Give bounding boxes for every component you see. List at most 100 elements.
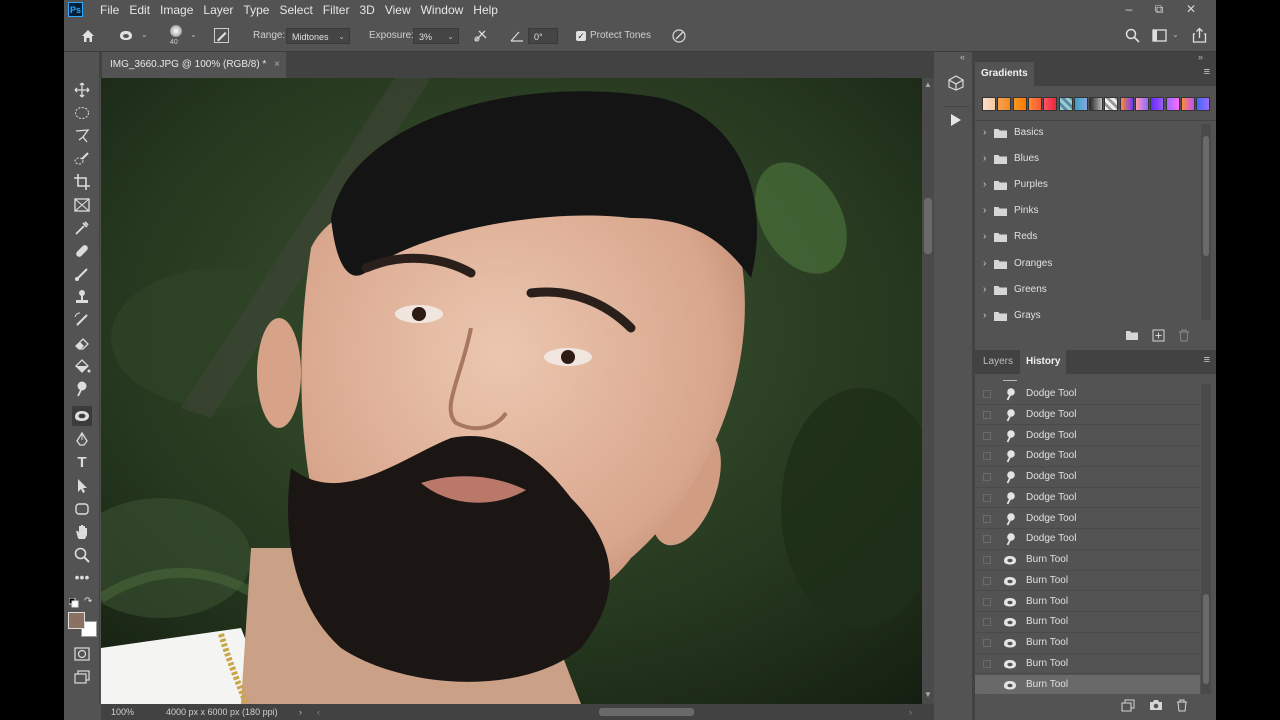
play-actions-icon[interactable] (950, 113, 962, 127)
horizontal-scrollbar-thumb[interactable] (599, 708, 694, 716)
quick-select-tool-icon[interactable] (72, 149, 92, 169)
gradient-folder-purples[interactable]: › Purples (975, 172, 1200, 198)
new-document-from-state-icon[interactable] (1121, 699, 1135, 713)
history-state[interactable]: Dodge Tool (975, 384, 1200, 405)
scrollbar-thumb[interactable] (924, 198, 932, 254)
gradient-swatch[interactable] (1012, 97, 1027, 111)
chevron-right-icon[interactable]: › (983, 251, 986, 277)
gradient-swatch[interactable] (1150, 97, 1165, 111)
gradient-swatch[interactable] (1180, 97, 1195, 111)
history-state[interactable]: Dodge Tool (975, 529, 1200, 550)
history-state[interactable]: Dodge Tool (975, 509, 1200, 530)
menu-3d[interactable]: 3D (354, 0, 379, 20)
brush-preview-icon[interactable] (170, 25, 182, 37)
pressure-size-icon[interactable] (671, 28, 687, 44)
menu-layer[interactable]: Layer (198, 0, 238, 20)
history-state[interactable]: Burn Tool (975, 592, 1200, 613)
history-brush-source-checkbox[interactable] (983, 431, 991, 440)
history-brush-source-checkbox[interactable] (983, 639, 991, 647)
dodge-tool-icon[interactable] (72, 379, 92, 399)
menu-window[interactable]: Window (416, 0, 469, 20)
menu-image[interactable]: Image (155, 0, 198, 20)
history-scrollbar[interactable] (1201, 384, 1211, 694)
more-tools-icon[interactable]: ••• (72, 570, 92, 590)
gradient-swatch[interactable] (1027, 97, 1042, 111)
history-state[interactable]: Burn Tool (975, 550, 1200, 571)
chevron-right-icon[interactable]: › (983, 277, 986, 303)
history-state[interactable]: Burn Tool (975, 654, 1200, 675)
history-brush-source-checkbox[interactable] (983, 452, 991, 461)
gradient-swatch[interactable] (1073, 97, 1088, 111)
workspace-icon[interactable] (1152, 29, 1167, 42)
brush-tool-icon[interactable] (72, 264, 92, 284)
status-menu-icon[interactable]: › (299, 704, 302, 720)
scroll-up-icon[interactable]: ▲ (924, 80, 932, 89)
range-dropdown[interactable]: Midtones ⌄ (286, 28, 350, 44)
gradient-folder-pinks[interactable]: › Pinks (975, 198, 1200, 224)
scroll-down-icon[interactable]: ▼ (924, 690, 932, 699)
protect-tones-checkbox[interactable]: ✓ (576, 31, 586, 41)
history-brush-source-checkbox[interactable] (983, 390, 991, 398)
gradient-swatch[interactable] (1196, 97, 1211, 111)
history-state[interactable]: Burn Tool (975, 612, 1200, 633)
collapse-panels-icon[interactable]: « (960, 52, 965, 62)
history-brush-source-checkbox[interactable] (983, 659, 991, 668)
angle-input[interactable]: 0° (528, 28, 558, 44)
chevron-right-icon[interactable]: › (983, 172, 986, 198)
minimize-icon[interactable]: – (1114, 0, 1144, 20)
close-tab-icon[interactable]: × (274, 52, 280, 78)
panel-menu-icon[interactable]: ≡ (1204, 66, 1210, 78)
history-brush-source-checkbox[interactable] (983, 514, 991, 523)
document-tab[interactable]: IMG_3660.JPG @ 100% (RGB/8) * × (102, 52, 286, 78)
lasso-tool-icon[interactable] (72, 126, 92, 146)
share-icon[interactable] (1192, 27, 1207, 43)
3d-cube-icon[interactable] (948, 75, 964, 91)
menu-help[interactable]: Help (468, 0, 503, 20)
gradient-folder-greens[interactable]: › Greens (975, 277, 1200, 303)
history-brush-source-checkbox[interactable] (983, 410, 991, 419)
restore-icon[interactable]: ⧉ (1144, 0, 1174, 20)
crop-tool-icon[interactable] (72, 172, 92, 192)
gradient-swatch[interactable] (1104, 97, 1119, 111)
healing-tool-icon[interactable] (72, 241, 92, 261)
history-state[interactable]: Dodge Tool (975, 446, 1200, 467)
chevron-down-icon[interactable]: ⌄ (190, 30, 197, 39)
history-state[interactable]: Dodge Tool (975, 488, 1200, 509)
snapshot-camera-icon[interactable] (1149, 699, 1163, 713)
chevron-right-icon[interactable]: › (983, 146, 986, 172)
menu-file[interactable]: File (95, 0, 124, 20)
history-state[interactable]: Dodge Tool (975, 405, 1200, 426)
brush-settings-icon[interactable] (214, 28, 229, 43)
history-brush-source-checkbox[interactable] (983, 618, 991, 627)
menu-type[interactable]: Type (238, 0, 274, 20)
burn-tool-preset-icon[interactable] (119, 30, 133, 41)
new-gradient-icon[interactable] (1151, 329, 1165, 343)
gradient-folder-oranges[interactable]: › Oranges (975, 251, 1200, 277)
gradient-swatch[interactable] (1058, 97, 1073, 111)
type-tool-icon[interactable]: T (72, 453, 92, 473)
move-tool-icon[interactable] (72, 80, 92, 100)
gradient-swatch[interactable] (1135, 97, 1149, 111)
document-canvas[interactable] (101, 78, 922, 704)
stamp-tool-icon[interactable] (72, 287, 92, 307)
menu-filter[interactable]: Filter (318, 0, 355, 20)
gradient-folder-basics[interactable]: › Basics (975, 120, 1200, 146)
gradients-scrollbar[interactable] (1201, 124, 1211, 320)
menu-edit[interactable]: Edit (124, 0, 155, 20)
foreground-color-swatch[interactable] (68, 612, 85, 629)
paint-bucket-tool-icon[interactable] (72, 356, 92, 376)
gradients-tab[interactable]: Gradients (975, 62, 1034, 86)
airbrush-icon[interactable] (473, 28, 489, 44)
hand-tool-icon[interactable] (72, 522, 92, 542)
path-select-tool-icon[interactable] (72, 476, 92, 496)
gradient-swatch[interactable] (1089, 97, 1104, 111)
zoom-level[interactable]: 100% (111, 704, 134, 720)
burn-tool-icon[interactable] (72, 406, 92, 426)
layers-tab[interactable]: Layers (977, 350, 1019, 374)
canvas-vertical-scrollbar[interactable]: ▲ ▼ (922, 78, 934, 704)
default-colors-icon[interactable] (68, 597, 79, 611)
history-brush-tool-icon[interactable] (72, 310, 92, 330)
chevron-down-icon[interactable]: ⌄ (1172, 30, 1179, 39)
history-brush-source-checkbox[interactable] (983, 535, 991, 544)
gradient-swatch[interactable] (1119, 97, 1134, 111)
